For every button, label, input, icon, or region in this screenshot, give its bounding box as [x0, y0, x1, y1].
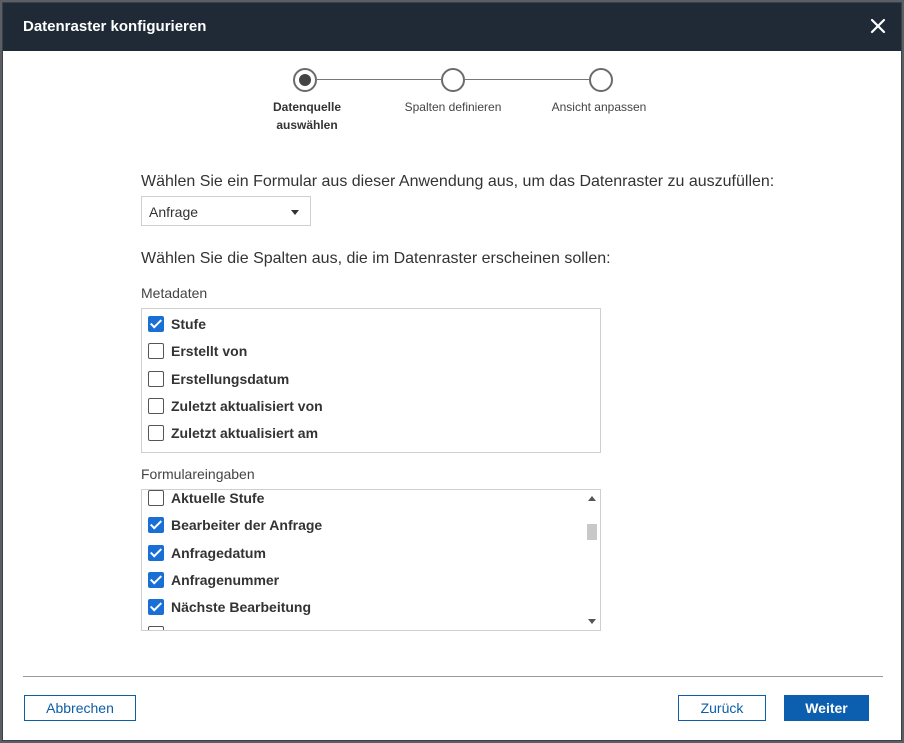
form-input-item-naechste-bearbeitung[interactable]: Nächste Bearbeitung	[148, 597, 311, 617]
columns-prompt: Wählen Sie die Spalten aus, die im Daten…	[141, 250, 611, 267]
checkbox-label: Anfragenummer	[171, 572, 280, 588]
checkbox-unchecked[interactable]	[148, 425, 164, 441]
metadata-item-stufe[interactable]: Stufe	[148, 314, 206, 334]
close-icon	[870, 18, 886, 34]
checkbox-label: Bearbeiter der Anfrage	[171, 517, 323, 533]
metadata-section-label: Metadaten	[141, 285, 208, 301]
back-button[interactable]: Zurück	[678, 695, 766, 721]
checkbox-unchecked[interactable]	[148, 371, 164, 387]
metadata-list: Stufe Erstellt von Erstellungsdatum Zule…	[141, 308, 601, 453]
close-button[interactable]	[865, 13, 891, 39]
checkbox-label: Stufe	[171, 316, 206, 332]
form-input-item-bearbeiter-der-anfrage[interactable]: Bearbeiter der Anfrage	[148, 515, 322, 535]
checkbox-label: Aktuelle Stufe	[171, 490, 265, 506]
footer-divider	[23, 676, 883, 677]
scrollbar-thumb[interactable]	[587, 524, 597, 540]
checkbox-checked[interactable]	[148, 572, 164, 588]
checkbox-checked[interactable]	[148, 545, 164, 561]
checkbox-checked[interactable]	[148, 517, 164, 533]
checkbox-label: Zuletzt aktualisiert am	[171, 425, 319, 441]
cancel-button[interactable]: Abbrechen	[24, 695, 136, 721]
dialog-titlebar: Datenraster konfigurieren	[3, 3, 901, 51]
checkbox-unchecked[interactable]	[148, 490, 164, 506]
form-select-value: Anfrage	[149, 204, 199, 220]
next-button[interactable]: Weiter	[784, 695, 869, 721]
metadata-item-erstellt-von[interactable]: Erstellt von	[148, 341, 247, 361]
form-input-item-anfragenummer[interactable]: Anfragenummer	[148, 570, 279, 590]
checkbox-label: Erstellungsdatum	[171, 371, 290, 387]
form-input-item-aktuelle-stufe[interactable]: Aktuelle Stufe	[148, 490, 265, 508]
step-2-label: Spalten definieren	[404, 100, 502, 114]
form-inputs-scrollbar[interactable]	[584, 490, 600, 630]
step-3-label: Ansicht anpassen	[551, 100, 647, 114]
checkbox-label: Nächste Bearbeitung	[171, 599, 312, 615]
checkbox-unchecked[interactable]	[148, 398, 164, 414]
form-select-prompt: Wählen Sie ein Formular aus dieser Anwen…	[141, 173, 775, 190]
step-2-indicator	[441, 68, 465, 92]
checkbox-unchecked[interactable]	[148, 626, 164, 630]
metadata-item-zuletzt-aktualisiert-von[interactable]: Zuletzt aktualisiert von	[148, 396, 323, 416]
form-select-dropdown[interactable]: Anfrage	[141, 196, 311, 226]
metadata-item-zuletzt-aktualisiert-am[interactable]: Zuletzt aktualisiert am	[148, 423, 318, 443]
scroll-down-arrow-icon[interactable]	[588, 619, 596, 624]
checkbox-checked[interactable]	[148, 599, 164, 615]
scroll-up-arrow-icon[interactable]	[588, 496, 596, 501]
checkbox-label: Erstellt von	[171, 343, 248, 359]
checkbox-checked[interactable]	[148, 316, 164, 332]
step-3-indicator	[589, 68, 613, 92]
form-inputs-list[interactable]: Aktuelle Stufe Bearbeiter der Anfrage An…	[141, 489, 601, 631]
step-1-indicator	[293, 68, 317, 92]
dialog-title: Datenraster konfigurieren	[23, 18, 207, 35]
checkbox-label: Zuletzt aktualisiert von	[171, 398, 323, 414]
step-connector	[317, 79, 441, 80]
metadata-item-erstellungsdatum[interactable]: Erstellungsdatum	[148, 369, 289, 389]
form-inputs-section-label: Formulareingaben	[141, 466, 255, 482]
checkbox-label: Anfragedatum	[171, 545, 266, 561]
chevron-down-icon	[291, 210, 299, 215]
configure-datagrid-dialog: Datenraster konfigurieren Datenquelle au…	[2, 2, 902, 741]
wizard-stepper: Datenquelle auswählen Spalten definieren…	[3, 51, 901, 151]
checkbox-unchecked[interactable]	[148, 343, 164, 359]
form-input-item-partial[interactable]	[148, 624, 171, 630]
step-1-label: Datenquelle auswählen	[272, 100, 341, 132]
step-connector	[465, 79, 589, 80]
form-input-item-anfragedatum[interactable]: Anfragedatum	[148, 543, 266, 563]
